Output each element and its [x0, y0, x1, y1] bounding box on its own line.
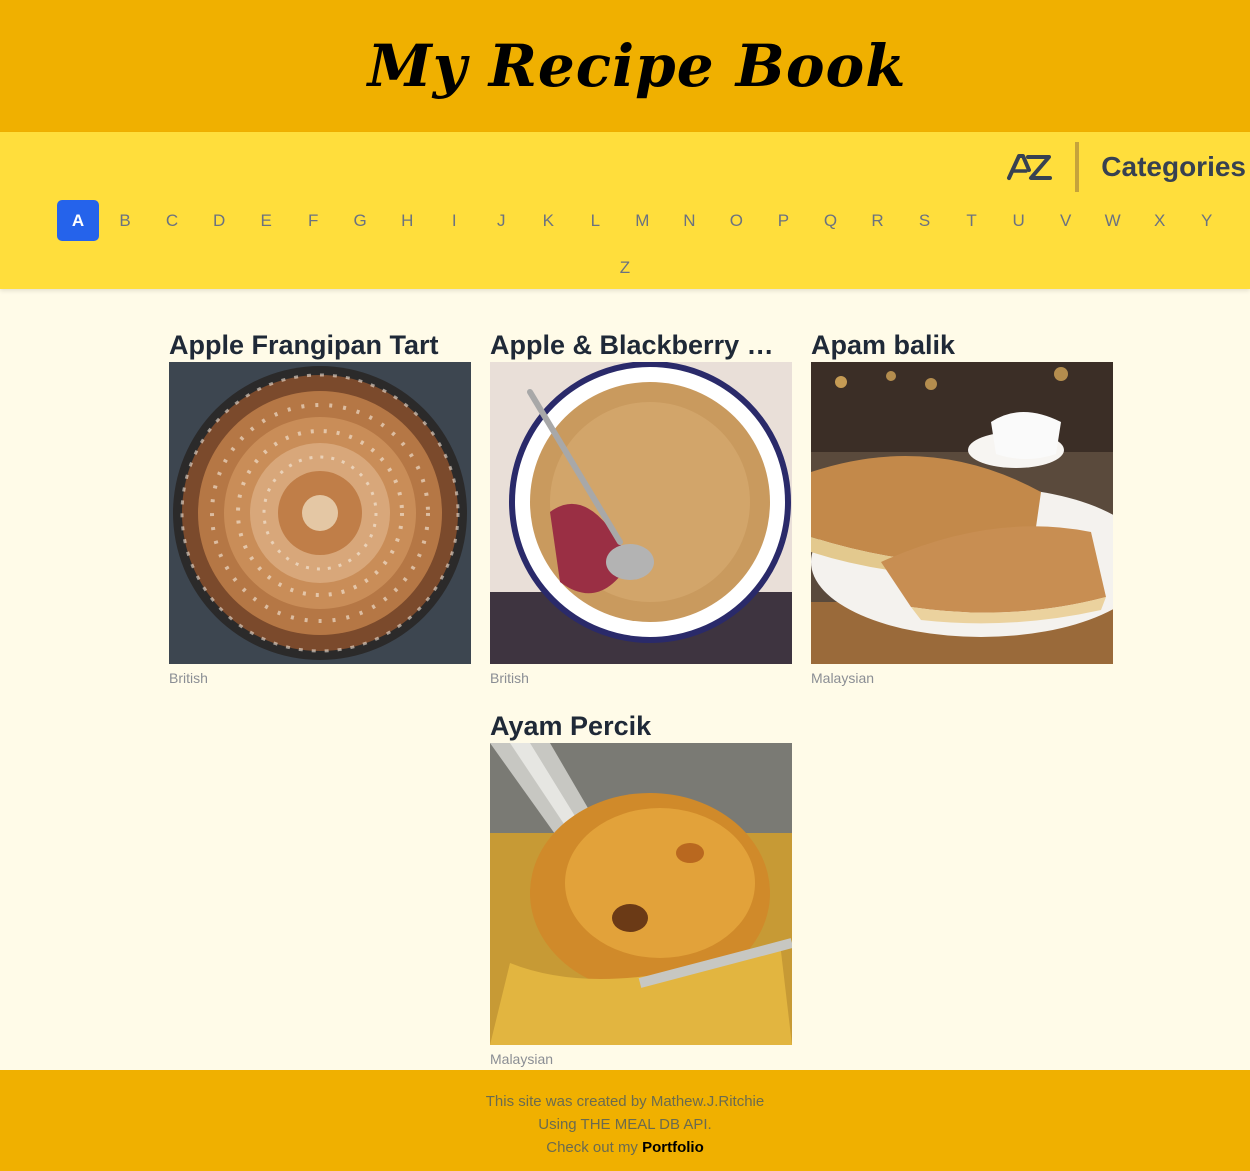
meal-image-ayam-percik[interactable] — [490, 743, 792, 1045]
meal-title[interactable]: Apam balik — [811, 329, 1113, 362]
letter-a[interactable]: A — [57, 200, 99, 241]
meal-area: Malaysian — [490, 1051, 554, 1067]
az-icon-graphic — [1007, 154, 1053, 180]
meal-title[interactable]: Ayam Percik — [490, 710, 792, 743]
letter-n[interactable]: N — [668, 200, 710, 241]
meal-image-apam-balik[interactable] — [811, 362, 1113, 664]
letter-i[interactable]: I — [433, 200, 475, 241]
meal-card[interactable]: Apple Frangipan Tart British — [169, 329, 471, 686]
meal-area: British — [490, 670, 529, 686]
letter-b[interactable]: B — [104, 200, 146, 241]
letter-navigation: Categories ABCDEFGHIJKLMNOPQRSTUVWXY Z — [0, 132, 1250, 289]
letter-k[interactable]: K — [527, 200, 569, 241]
meal-image-apple-blackberry-crumble[interactable] — [490, 362, 792, 664]
letter-f[interactable]: F — [292, 200, 334, 241]
meal-area: Malaysian — [811, 670, 875, 686]
categories-link[interactable]: Categories — [1079, 151, 1250, 183]
portfolio-link[interactable]: Portfolio — [642, 1139, 704, 1156]
meal-card[interactable]: Apple & Blackberry Crumble British — [490, 329, 792, 686]
letter-h[interactable]: H — [386, 200, 428, 241]
footer-api-credit: Using THE MEAL DB API. — [538, 1116, 712, 1133]
letter-v[interactable]: V — [1045, 200, 1087, 241]
letter-w[interactable]: W — [1092, 200, 1134, 241]
letter-o[interactable]: O — [715, 200, 757, 241]
meal-title[interactable]: Apple & Blackberry Crumble — [490, 329, 792, 362]
az-sort-icon[interactable] — [1003, 147, 1055, 187]
letter-u[interactable]: U — [998, 200, 1040, 241]
letter-d[interactable]: D — [198, 200, 240, 241]
letter-r[interactable]: R — [857, 200, 899, 241]
letter-t[interactable]: T — [951, 200, 993, 241]
letter-y[interactable]: Y — [1186, 200, 1228, 241]
letter-c[interactable]: C — [151, 200, 193, 241]
meal-image-apple-frangipan-tart[interactable] — [169, 362, 471, 664]
footer-portfolio-prefix: Check out my — [546, 1139, 638, 1156]
letter-x[interactable]: X — [1139, 200, 1181, 241]
footer-portfolio-line: Check out my Portfolio — [0, 1136, 1250, 1159]
site-footer: This site was created by Mathew.J.Ritchi… — [0, 1070, 1250, 1171]
site-header: My Recipe Book — [0, 0, 1250, 132]
letter-p[interactable]: P — [762, 200, 804, 241]
letter-bar: ABCDEFGHIJKLMNOPQRSTUVWXY Z — [0, 200, 1250, 288]
nav-mode-switch: Categories — [1003, 142, 1250, 192]
letter-e[interactable]: E — [245, 200, 287, 241]
letter-z[interactable]: Z — [604, 247, 646, 288]
letter-m[interactable]: M — [621, 200, 663, 241]
site-title: My Recipe Book — [367, 32, 907, 100]
meal-area: British — [169, 670, 208, 686]
meal-card[interactable]: Apam balik Malaysian — [811, 329, 1113, 686]
meal-title[interactable]: Apple Frangipan Tart — [169, 329, 471, 362]
letter-s[interactable]: S — [904, 200, 946, 241]
footer-credit: This site was created by Mathew.J.Ritchi… — [485, 1093, 765, 1110]
meal-card[interactable]: Ayam Percik Malaysian — [490, 710, 792, 1067]
letter-l[interactable]: L — [574, 200, 616, 241]
letter-g[interactable]: G — [339, 200, 381, 241]
letter-q[interactable]: Q — [809, 200, 851, 241]
letter-j[interactable]: J — [480, 200, 522, 241]
